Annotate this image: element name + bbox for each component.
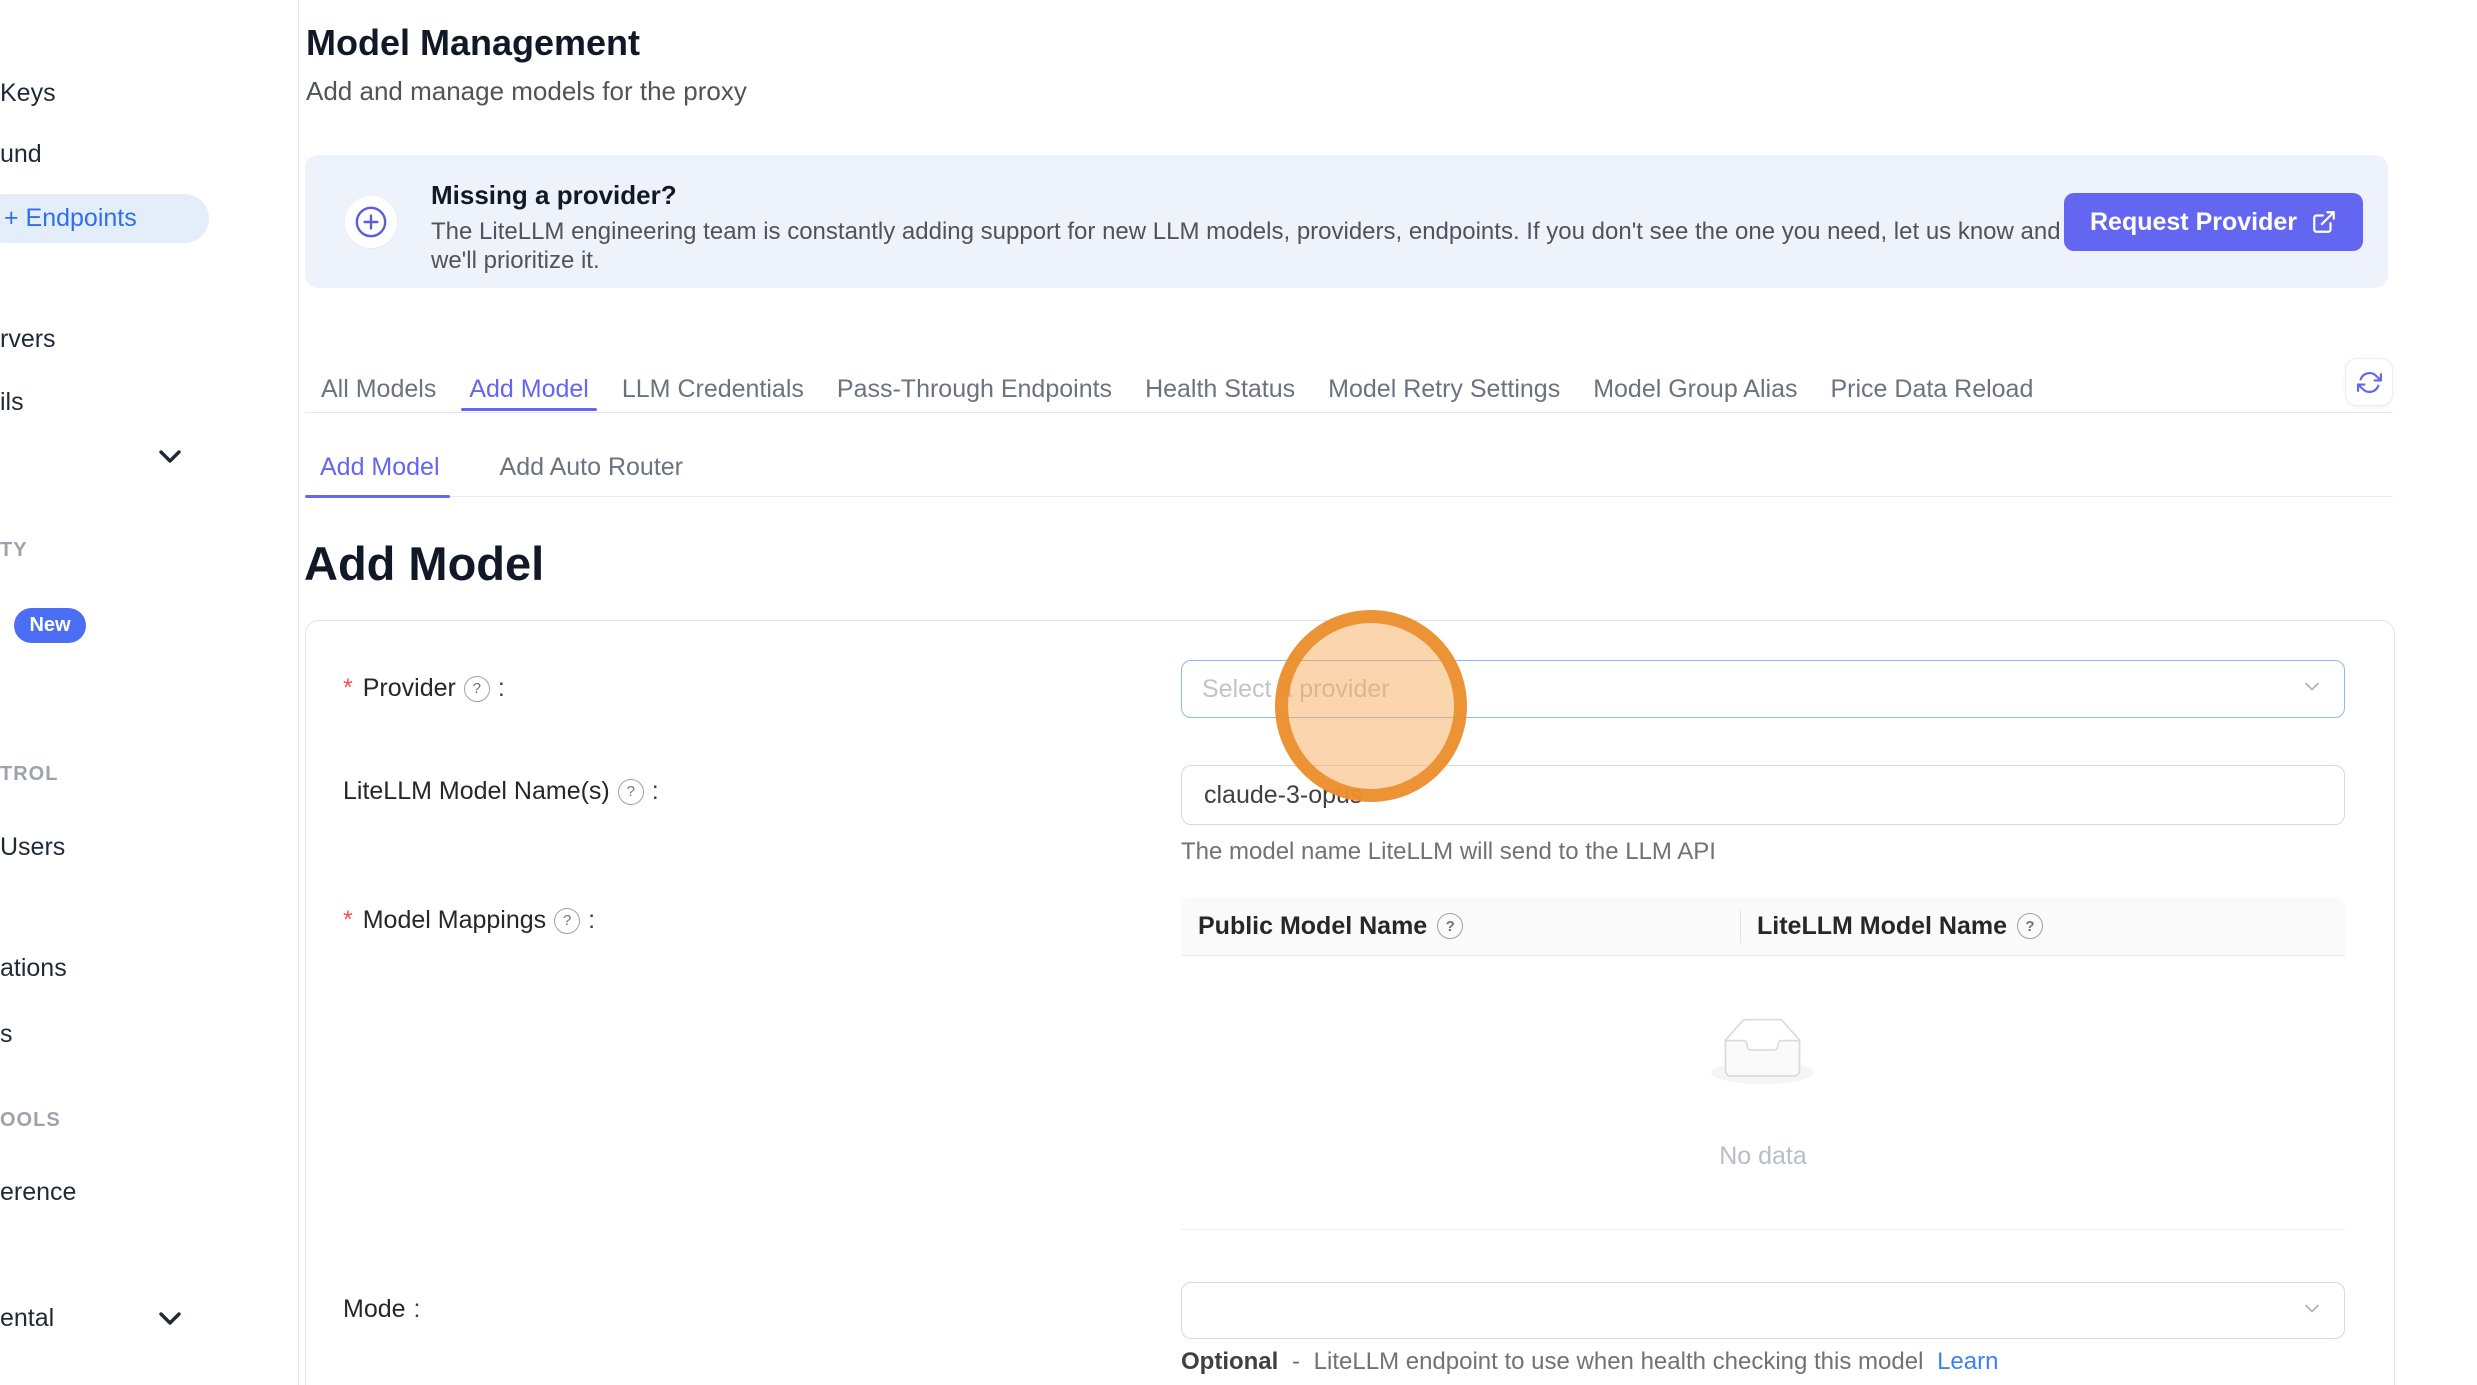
provider-placeholder: Select a provider [1202, 675, 1390, 704]
help-icon[interactable]: ? [2017, 913, 2043, 939]
provider-select[interactable]: Select a provider [1181, 660, 2345, 718]
label-colon: : [498, 674, 505, 703]
empty-inbox-icon [1711, 1018, 1814, 1089]
sidebar-item-internal-users[interactable]: Users [0, 831, 65, 863]
chevron-down-icon [2300, 1296, 2324, 1325]
request-provider-button[interactable]: Request Provider [2064, 193, 2363, 251]
tab-price-data-reload[interactable]: Price Data Reload [1828, 368, 2035, 411]
plus-circle-icon [345, 196, 397, 248]
sidebar-item-playground[interactable]: und [0, 138, 42, 170]
column-label: Public Model Name [1198, 912, 1427, 941]
mode-help-text: Optional - LiteLLM endpoint to use when … [1181, 1348, 1998, 1376]
required-asterisk: * [343, 674, 353, 703]
sidebar: Keys und + Endpoints rvers ils TY New TR… [0, 0, 299, 1385]
subtab-add-auto-router[interactable]: Add Auto Router [500, 453, 683, 482]
column-litellm-model-name: LiteLLM Model Name ? [1757, 897, 2043, 955]
help-icon[interactable]: ? [618, 779, 644, 805]
tab-health-status[interactable]: Health Status [1143, 368, 1297, 411]
sidebar-item-organizations[interactable]: ations [0, 952, 67, 984]
banner-body: The LiteLLM engineering team is constant… [431, 217, 2061, 275]
sidebar-item-virtual-keys[interactable]: Keys [0, 77, 56, 109]
litellm-admin-app: Keys und + Endpoints rvers ils TY New TR… [0, 0, 2477, 1385]
mode-select[interactable] [1181, 1282, 2345, 1339]
help-icon[interactable]: ? [464, 676, 490, 702]
mode-label: Mode : [343, 1295, 421, 1324]
model-name-label-text: LiteLLM Model Name(s) [343, 777, 610, 806]
mappings-table-header: Public Model Name ? LiteLLM Model Name ? [1181, 897, 2345, 956]
request-provider-label: Request Provider [2090, 208, 2297, 237]
sidebar-item-mcp-servers[interactable]: rvers [0, 323, 56, 355]
sidebar-section-label-3: OOLS [0, 1108, 61, 1132]
provider-label-text: Provider [363, 674, 456, 703]
model-name-input[interactable] [1181, 765, 2345, 825]
provider-label: * Provider ? : [343, 674, 505, 703]
mode-help-body: LiteLLM endpoint to use when health chec… [1314, 1348, 1924, 1375]
add-model-card [305, 620, 2395, 1385]
help-icon[interactable]: ? [1437, 913, 1463, 939]
tab-all-models[interactable]: All Models [319, 368, 438, 411]
form-heading: Add Model [304, 536, 544, 591]
tab-model-retry-settings[interactable]: Model Retry Settings [1326, 368, 1562, 411]
sidebar-item-budgets[interactable]: s [0, 1018, 13, 1050]
help-icon[interactable]: ? [554, 908, 580, 934]
column-divider [1740, 910, 1741, 943]
chevron-down-icon[interactable] [158, 1311, 182, 1331]
sidebar-item-api-reference[interactable]: erence [0, 1176, 76, 1208]
column-public-model-name: Public Model Name ? [1198, 897, 1463, 955]
chevron-down-icon [2300, 675, 2324, 704]
sidebar-section-label-2: TROL [0, 762, 58, 786]
model-mappings-label-text: Model Mappings [363, 906, 546, 935]
model-name-label: LiteLLM Model Name(s) ? : [343, 777, 659, 806]
sidebar-item-guardrails[interactable]: ils [0, 386, 24, 418]
column-label: LiteLLM Model Name [1757, 912, 2007, 941]
mappings-table-bottom-border [1181, 1229, 2345, 1230]
tab-add-model[interactable]: Add Model [467, 368, 591, 411]
tab-llm-credentials[interactable]: LLM Credentials [620, 368, 806, 411]
sidebar-item-models-endpoints[interactable]: + Endpoints [0, 194, 209, 243]
model-management-tabbar: All Models Add Model LLM Credentials Pas… [305, 368, 2393, 413]
page-title: Model Management [306, 22, 640, 64]
missing-provider-banner: Missing a provider? The LiteLLM engineer… [305, 155, 2388, 288]
tab-model-group-alias[interactable]: Model Group Alias [1591, 368, 1799, 411]
external-link-icon [2311, 209, 2337, 235]
tab-pass-through-endpoints[interactable]: Pass-Through Endpoints [835, 368, 1114, 411]
sidebar-item-experimental[interactable]: ental [0, 1302, 54, 1334]
page-subtitle: Add and manage models for the proxy [306, 76, 747, 107]
learn-link[interactable]: Learn [1937, 1348, 1998, 1375]
subtab-add-model[interactable]: Add Model [320, 453, 440, 482]
new-badge: New [14, 608, 86, 643]
model-mappings-label: * Model Mappings ? : [343, 906, 595, 935]
refresh-icon [2357, 370, 2382, 395]
optional-label: Optional [1181, 1348, 1278, 1375]
label-colon: : [414, 1295, 421, 1324]
dash: - [1292, 1348, 1300, 1375]
model-name-help-text: The model name LiteLLM will send to the … [1181, 838, 1716, 866]
sidebar-section-label-1: TY [0, 538, 28, 562]
mode-label-text: Mode [343, 1295, 406, 1324]
active-subtab-underline [305, 495, 450, 498]
sidebar-item-models-endpoints-label: + Endpoints [4, 204, 137, 233]
label-colon: : [588, 906, 595, 935]
chevron-down-icon[interactable] [158, 449, 182, 469]
required-asterisk: * [343, 906, 353, 935]
refresh-button[interactable] [2345, 358, 2393, 406]
no-data-text: No data [1181, 1142, 2345, 1171]
banner-title: Missing a provider? [431, 180, 677, 211]
tab-list: All Models Add Model LLM Credentials Pas… [319, 368, 2035, 411]
add-model-subtabbar: Add Model Add Auto Router [305, 440, 2393, 497]
label-colon: : [652, 777, 659, 806]
